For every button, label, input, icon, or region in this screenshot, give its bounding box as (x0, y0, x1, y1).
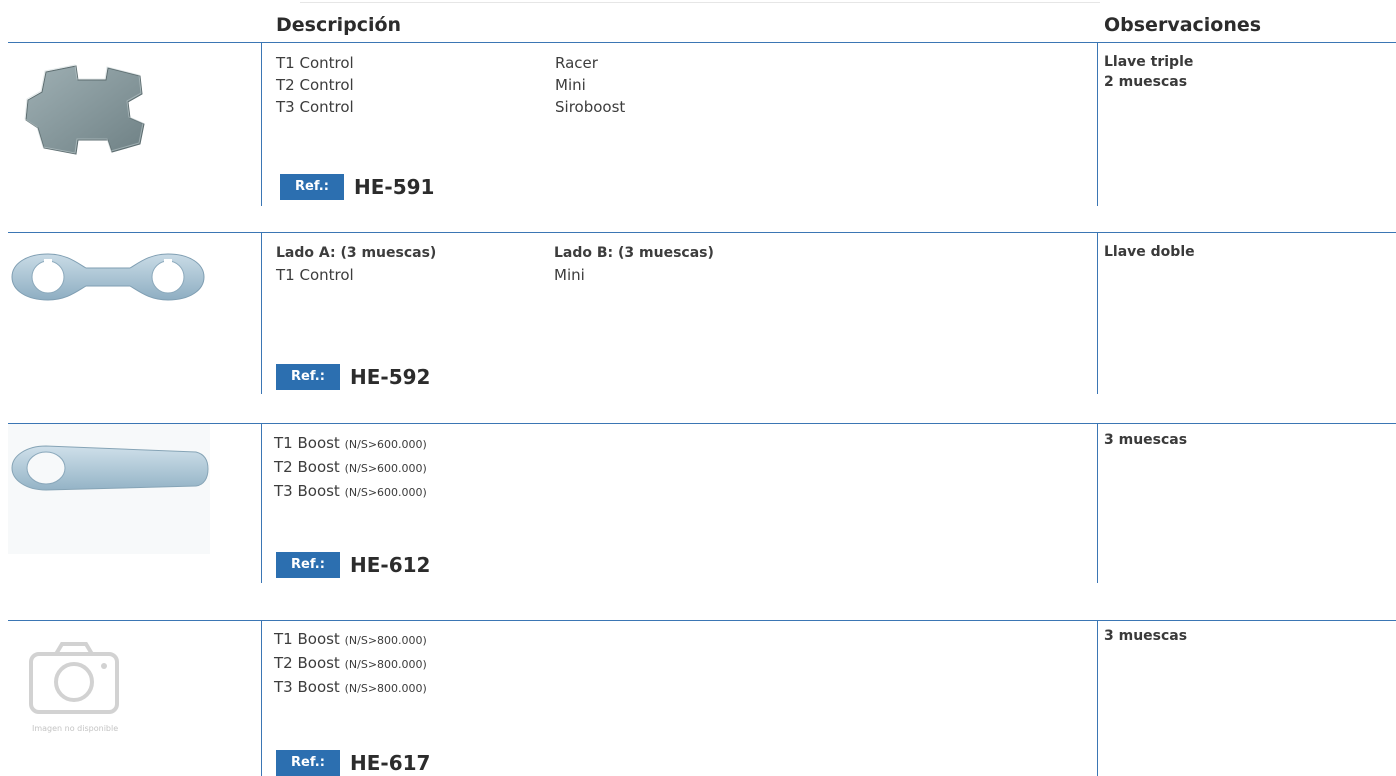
row-divider (8, 42, 1396, 43)
column-divider (261, 232, 262, 394)
ref-code: HE-612 (350, 553, 431, 577)
observations: Llave doble (1104, 242, 1195, 262)
column-divider (1097, 620, 1098, 776)
ref-code: HE-617 (350, 751, 431, 775)
row-divider (8, 232, 1396, 233)
reference: Ref.: HE-592 (276, 364, 430, 390)
model-line: T3 Boost (N/S>600.000) (274, 480, 1074, 504)
no-image-caption: Imagen no disponible (32, 724, 119, 733)
description-block: T1 Boost (N/S>600.000) T2 Boost (N/S>600… (274, 432, 1074, 504)
model-name: T1 Control (276, 54, 354, 72)
serial-note: (N/S>600.000) (344, 462, 427, 475)
model-line: T1 Boost (N/S>600.000) (274, 432, 1074, 456)
description-block: T1 Boost (N/S>800.000) T2 Boost (N/S>800… (274, 628, 1074, 700)
ref-badge: Ref.: (276, 552, 340, 578)
model-name: T2 Control (276, 76, 354, 94)
row-divider (8, 620, 1396, 621)
model-name: T1 Boost (274, 630, 340, 648)
ref-badge: Ref.: (276, 364, 340, 390)
ref-code: HE-591 (354, 175, 435, 199)
reference: Ref.: HE-617 (276, 750, 430, 776)
serial-note: (N/S>600.000) (344, 438, 427, 451)
reference: Ref.: HE-612 (276, 552, 430, 578)
observation-line: 3 muescas (1104, 628, 1188, 644)
model-name: T3 Control (276, 98, 354, 116)
row-divider (8, 423, 1396, 424)
column-divider (261, 620, 262, 776)
observation-line: 3 muescas (1104, 432, 1188, 448)
model-name: T3 Boost (274, 482, 340, 500)
serial-note: (N/S>800.000) (344, 682, 427, 695)
ref-badge: Ref.: (280, 174, 344, 200)
top-divider (300, 2, 1100, 3)
header-observations: Observaciones (1104, 14, 1262, 36)
model-line: T2 Boost (N/S>600.000) (274, 456, 1074, 480)
column-divider (261, 423, 262, 583)
model-name: T1 Boost (274, 434, 340, 452)
model-name: Siroboost (555, 98, 626, 116)
model-name: Mini (554, 266, 585, 284)
model-line: T2 Boost (N/S>800.000) (274, 652, 1074, 676)
wrench-single-image (11, 445, 209, 491)
column-divider (1097, 42, 1098, 206)
model-name: Racer (555, 54, 598, 72)
camera-icon (29, 642, 119, 714)
model-line: T1 Boost (N/S>800.000) (274, 628, 1074, 652)
observations: 3 muescas (1104, 430, 1187, 450)
serial-note: (N/S>800.000) (344, 658, 427, 671)
observations: 3 muescas (1104, 626, 1187, 646)
observation-line: Llave doble (1104, 244, 1195, 260)
model-name: T2 Boost (274, 654, 340, 672)
observations: Llave triple 2 muescas (1104, 52, 1193, 92)
observation-line: Llave triple (1104, 54, 1194, 70)
column-divider (261, 42, 262, 206)
serial-note: (N/S>800.000) (344, 634, 427, 647)
side-a-title: Lado A: (3 muescas) (276, 245, 437, 261)
serial-note: (N/S>600.000) (344, 486, 427, 499)
wrench-double-image (11, 253, 205, 301)
model-line: T3 Boost (N/S>800.000) (274, 676, 1074, 700)
observation-line: 2 muescas (1104, 74, 1188, 90)
model-name: Mini (555, 76, 586, 94)
wrench-triple-image (24, 64, 145, 155)
ref-badge: Ref.: (276, 750, 340, 776)
model-name: T3 Boost (274, 678, 340, 696)
reference: Ref.: HE-591 (280, 174, 434, 200)
column-divider (1097, 423, 1098, 583)
header-description: Descripción (276, 14, 402, 36)
model-name: T2 Boost (274, 458, 340, 476)
model-name: T1 Control (276, 266, 354, 284)
column-divider (1097, 232, 1098, 394)
ref-code: HE-592 (350, 365, 431, 389)
side-b-title: Lado B: (3 muescas) (554, 245, 714, 261)
